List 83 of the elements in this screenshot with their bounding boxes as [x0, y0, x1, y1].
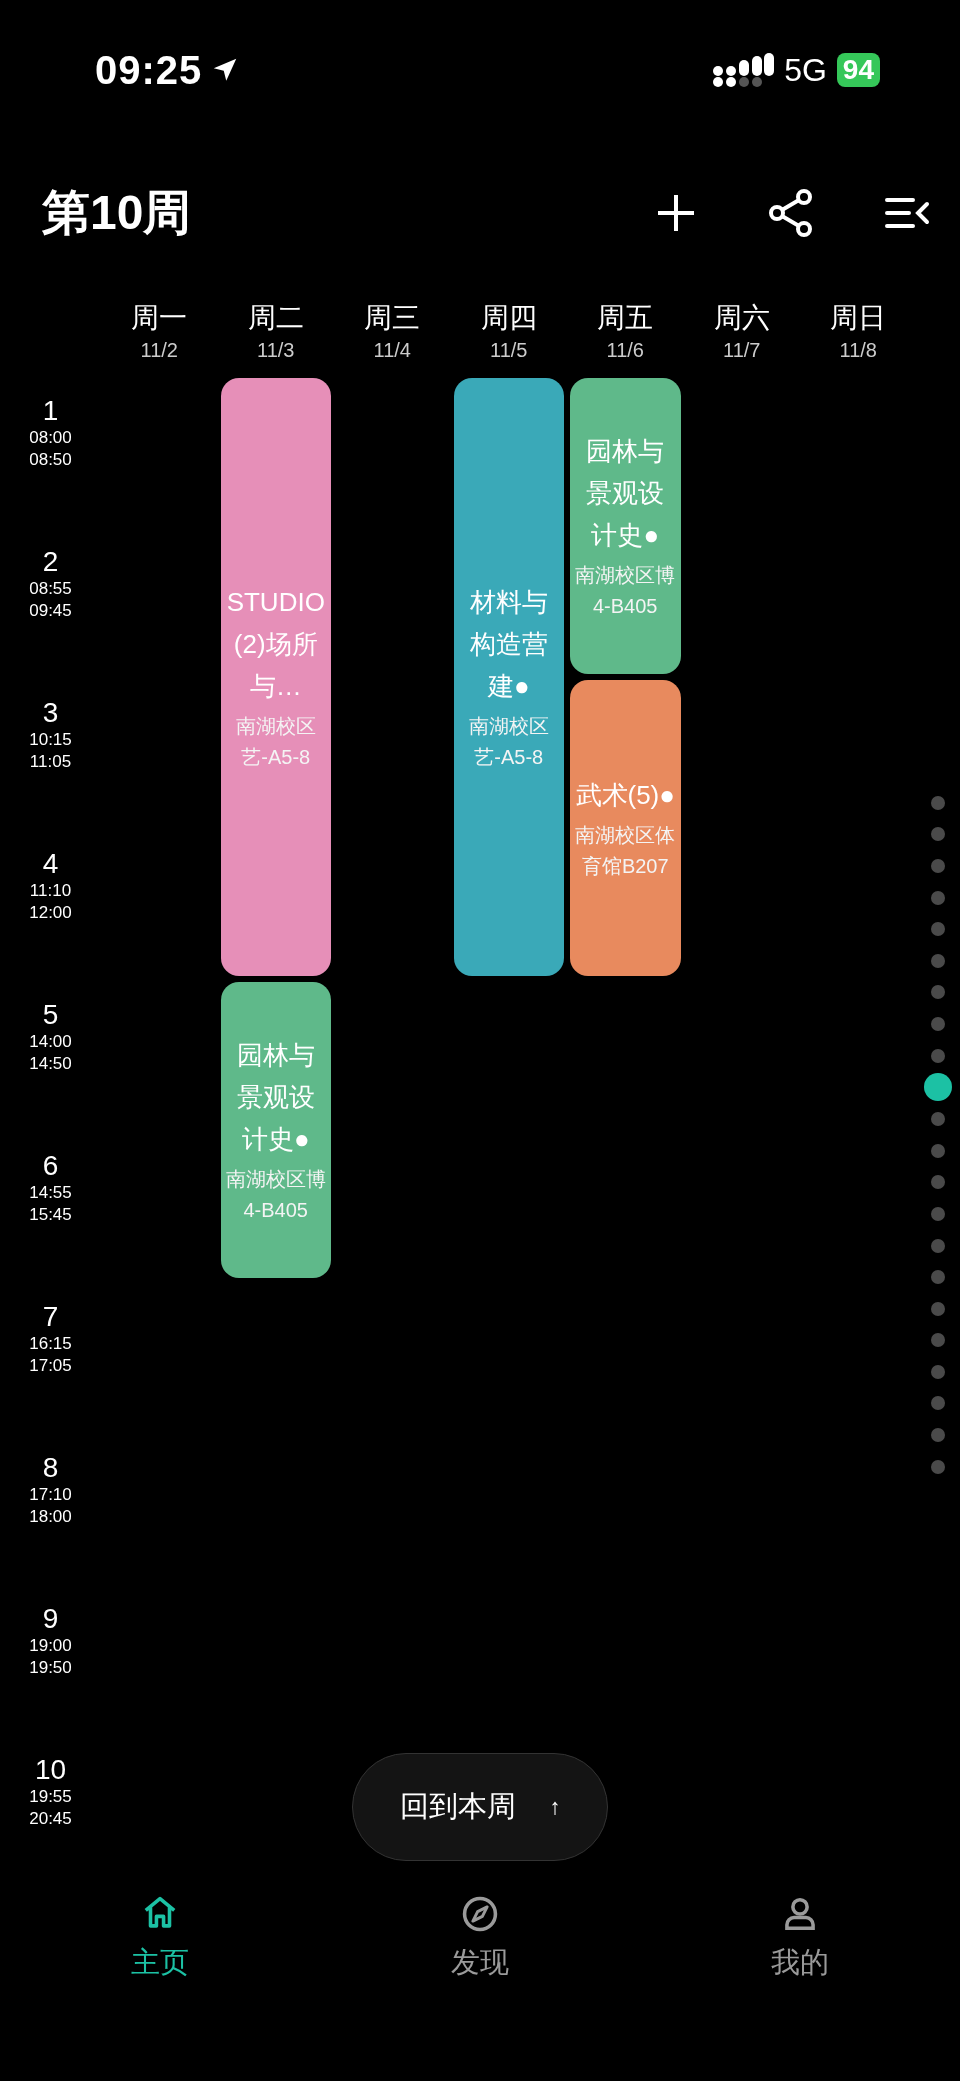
status-time: 09:25 — [95, 47, 203, 93]
week-dot[interactable] — [931, 985, 945, 1000]
period-time: 12:00 — [29, 902, 72, 924]
period-time: 14:00 — [29, 1031, 72, 1053]
weekday-label: 周四 — [480, 300, 537, 335]
date-label: 11/4 — [373, 338, 411, 362]
week-dot[interactable] — [931, 1206, 945, 1221]
compass-icon — [461, 1895, 499, 1933]
period-time: 11:10 — [29, 880, 72, 902]
battery-indicator: 94 — [836, 53, 880, 87]
period-number: 5 — [42, 999, 59, 1031]
week-dot[interactable] — [931, 1016, 945, 1031]
week-dot[interactable] — [931, 1048, 945, 1063]
course-card[interactable]: 材料与构造营建● 南湖校区艺-A5-8 — [453, 378, 564, 976]
period-time: 19:55 — [29, 1786, 72, 1808]
period-time: 09:45 — [29, 600, 72, 622]
weekday-label: 周日 — [830, 300, 887, 335]
week-dot[interactable] — [931, 1143, 945, 1158]
period-number: 9 — [42, 1603, 59, 1635]
weekday-label: 周二 — [247, 300, 304, 335]
nav-tab[interactable]: 我的 — [771, 1895, 829, 1983]
week-dot[interactable] — [931, 1364, 945, 1379]
week-dot[interactable] — [931, 795, 945, 810]
course-card[interactable]: 园林与景观设计史● 南湖校区博4-B405 — [570, 378, 681, 674]
period-number: 10 — [34, 1754, 67, 1786]
date-label: 11/2 — [140, 338, 178, 362]
week-dot[interactable] — [931, 1175, 945, 1190]
date-label: 11/5 — [490, 338, 528, 362]
week-dot[interactable] — [931, 1428, 945, 1443]
week-dot[interactable] — [931, 922, 945, 937]
period-time: 10:15 — [29, 729, 72, 751]
week-dot[interactable] — [931, 953, 945, 968]
period-time: 08:50 — [29, 449, 72, 471]
week-dot[interactable] — [931, 1270, 945, 1285]
network-label: 5G — [784, 51, 827, 89]
week-title: 第10周 — [42, 184, 192, 241]
week-dot[interactable] — [931, 859, 945, 873]
period-time: 11:05 — [29, 751, 72, 773]
period-time: 18:00 — [29, 1506, 72, 1528]
period-time: 15:45 — [29, 1204, 72, 1226]
week-dot[interactable] — [931, 1301, 945, 1316]
period-number: 4 — [42, 848, 59, 880]
period-number: 8 — [42, 1452, 59, 1484]
period-time: 08:00 — [29, 427, 72, 449]
date-label: 11/7 — [723, 338, 761, 362]
period-time: 14:50 — [29, 1053, 72, 1075]
weekday-label: 周三 — [364, 300, 421, 335]
nav-tab[interactable]: 发现 — [451, 1895, 509, 1983]
course-card[interactable]: STUDIO(2)场所与… 南湖校区艺-A5-8 — [220, 378, 331, 976]
share-icon[interactable] — [768, 187, 814, 238]
week-dot[interactable] — [931, 827, 945, 842]
period-time: 19:00 — [29, 1635, 72, 1657]
period-time: 17:05 — [29, 1355, 72, 1377]
course-card[interactable]: 园林与景观设计史● 南湖校区博4-B405 — [220, 982, 331, 1278]
period-time: 17:10 — [29, 1484, 72, 1506]
weekday-label: 周五 — [597, 300, 654, 335]
period-number: 2 — [42, 546, 59, 578]
period-time: 16:15 — [29, 1333, 72, 1355]
week-dot[interactable] — [931, 1333, 945, 1348]
period-time: 08:55 — [29, 578, 72, 600]
menu-icon[interactable] — [884, 195, 930, 230]
week-dot[interactable] — [931, 1112, 945, 1127]
period-number: 1 — [42, 395, 59, 427]
period-number: 6 — [42, 1150, 59, 1182]
period-time: 14:55 — [29, 1182, 72, 1204]
date-label: 11/3 — [257, 338, 295, 362]
week-dot[interactable] — [931, 1238, 945, 1253]
period-time: 19:50 — [29, 1657, 72, 1679]
period-time: 20:45 — [29, 1808, 72, 1830]
week-dot[interactable] — [931, 1459, 945, 1474]
week-dot[interactable] — [931, 890, 945, 905]
back-to-this-week-button[interactable]: 回到本周 ↑ — [352, 1753, 608, 1861]
period-number: 3 — [42, 697, 59, 729]
date-label: 11/8 — [839, 338, 877, 362]
signal-icon — [712, 53, 775, 87]
period-number: 7 — [42, 1301, 59, 1333]
week-dot[interactable] — [924, 1073, 952, 1102]
course-card[interactable]: 武术(5)● 南湖校区体育馆B207 — [570, 680, 681, 976]
weekday-label: 周六 — [713, 300, 770, 335]
week-dot[interactable] — [931, 1396, 945, 1411]
nav-tab[interactable]: 主页 — [131, 1895, 189, 1983]
weekday-label: 周一 — [131, 300, 188, 335]
date-label: 11/6 — [606, 338, 644, 362]
